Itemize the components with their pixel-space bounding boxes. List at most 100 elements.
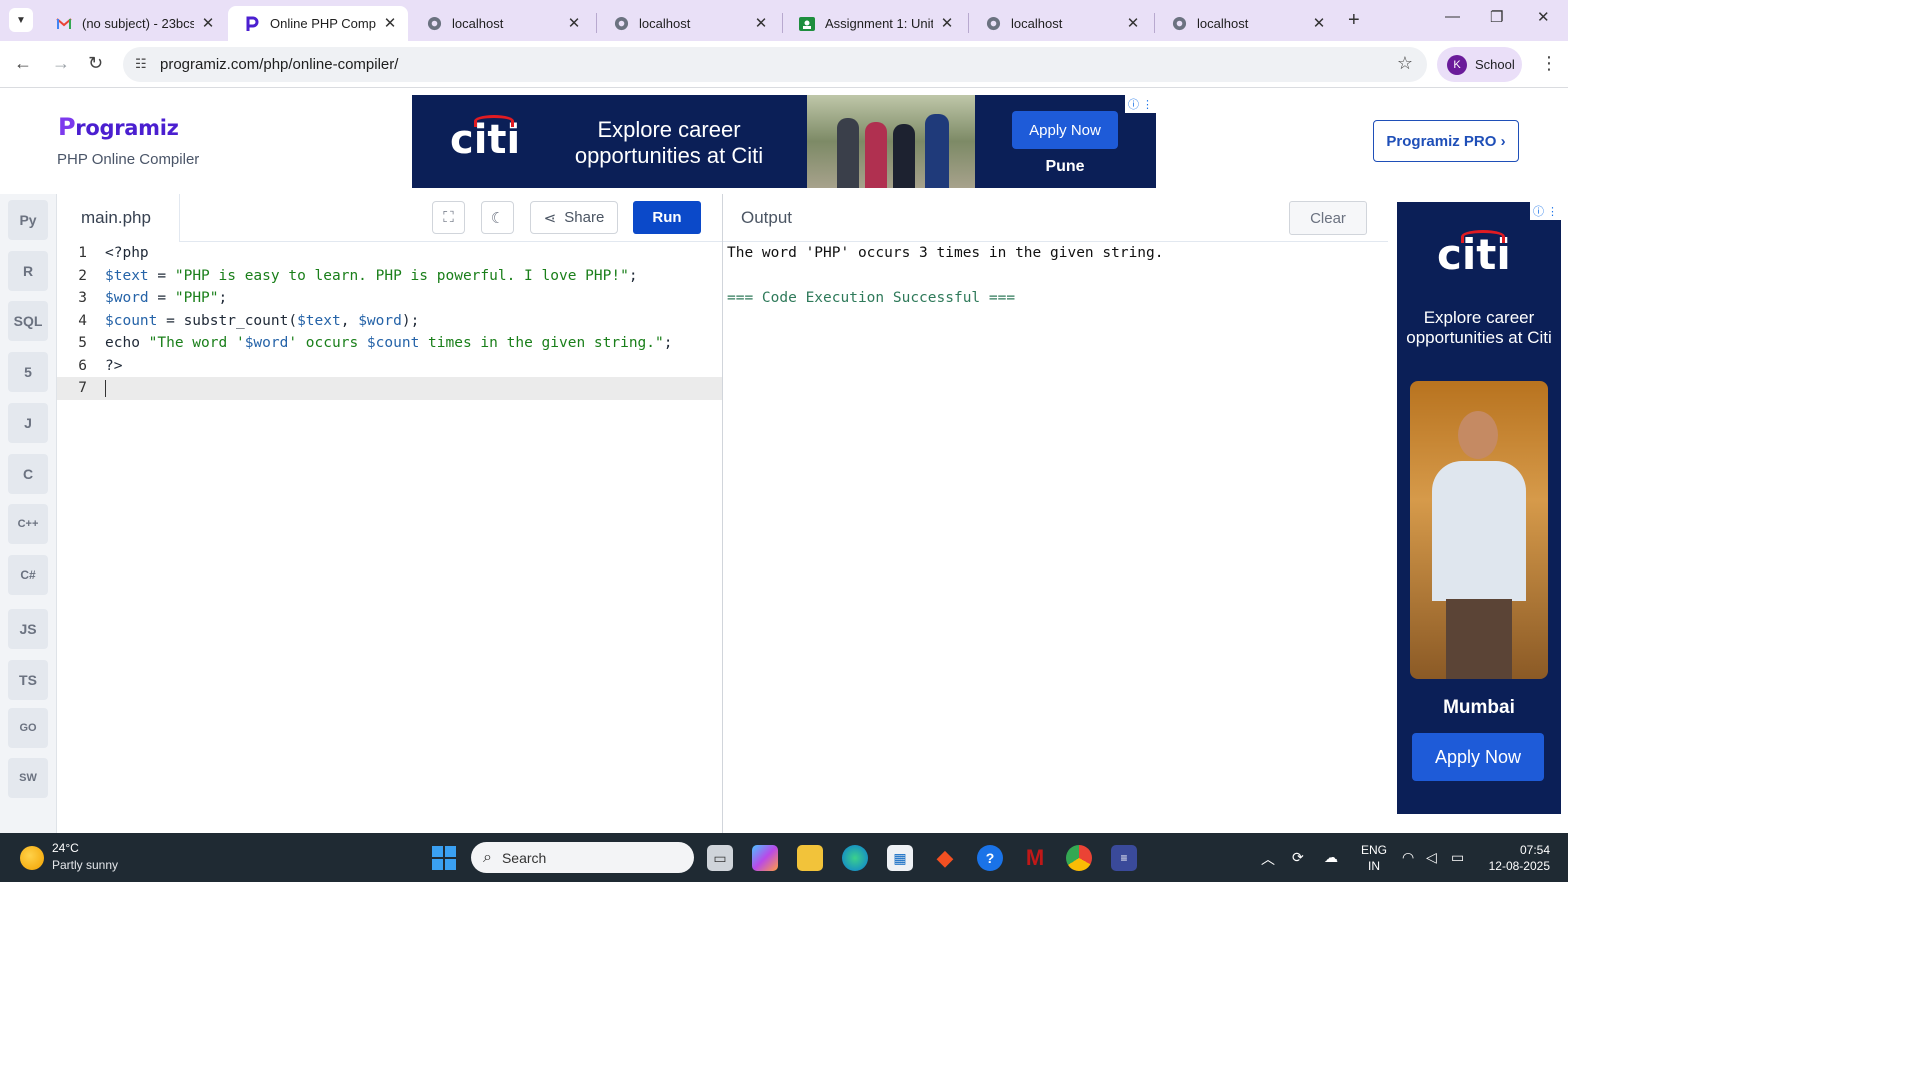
- tab-localhost-2[interactable]: localhost ✕: [597, 6, 779, 41]
- file-explorer-icon[interactable]: [797, 845, 823, 871]
- kebab-menu-icon[interactable]: ⋮: [1540, 53, 1558, 74]
- code-line: 2 $text = "PHP is easy to learn. PHP is …: [57, 265, 722, 288]
- execution-status: === Code Execution Successful ===: [727, 290, 1016, 306]
- line-number: 7: [78, 380, 87, 397]
- share-button[interactable]: ⋖ Share: [530, 201, 618, 234]
- tab-title: localhost: [452, 16, 504, 31]
- weather-sun-icon[interactable]: [20, 846, 44, 870]
- onedrive-icon[interactable]: ☁: [1324, 849, 1338, 866]
- clock-date: 12-08-2025: [1488, 859, 1550, 873]
- js-icon[interactable]: JS: [8, 609, 48, 649]
- restore-icon[interactable]: ❐: [1490, 8, 1503, 26]
- close-icon[interactable]: ✕: [382, 15, 398, 32]
- windows-start-icon[interactable]: [432, 846, 456, 870]
- eclipse-icon[interactable]: ≡: [1111, 845, 1137, 871]
- mcafee-icon[interactable]: M: [1022, 845, 1048, 871]
- text-cursor: [105, 380, 106, 397]
- code-line: 5 echo "The word '$word' occurs $count t…: [57, 332, 722, 355]
- chrome-icon[interactable]: [1066, 845, 1092, 871]
- tab-gmail[interactable]: (no subject) - 23bcs0 ✕: [40, 6, 226, 41]
- tab-localhost-1[interactable]: localhost ✕: [410, 6, 592, 41]
- battery-icon[interactable]: ▭: [1451, 849, 1464, 866]
- minimize-icon[interactable]: —: [1445, 8, 1460, 25]
- swift-icon[interactable]: SW: [8, 758, 48, 798]
- programiz-icon: [244, 16, 260, 32]
- database-icon[interactable]: SQL: [8, 301, 48, 341]
- citi-side-ad[interactable]: citi Explore career opportunities at Cit…: [1397, 202, 1561, 814]
- tab-localhost-3[interactable]: localhost ✕: [969, 6, 1151, 41]
- gmail-icon: [56, 16, 72, 32]
- close-icon[interactable]: ✕: [200, 15, 216, 32]
- reload-icon[interactable]: ↻: [88, 53, 103, 74]
- tab-online-php-compiler[interactable]: Online PHP Compile ✕: [228, 6, 408, 41]
- ts-icon[interactable]: TS: [8, 660, 48, 700]
- edge-icon[interactable]: [842, 845, 868, 871]
- address-bar[interactable]: ☷ programiz.com/php/online-compiler/ ☆: [123, 47, 1427, 82]
- input-language[interactable]: ENG IN: [1361, 842, 1387, 874]
- profile-label: School: [1475, 57, 1515, 72]
- forward-arrow-icon[interactable]: →: [52, 53, 70, 74]
- sync-icon[interactable]: ⟳: [1292, 849, 1304, 866]
- dark-mode-moon-icon[interactable]: ☾: [481, 201, 514, 234]
- citi-banner-ad[interactable]: citi Explore career opportunities at Cit…: [412, 95, 1156, 188]
- task-view-icon[interactable]: ▭: [707, 845, 733, 871]
- help-icon[interactable]: ?: [977, 845, 1003, 871]
- microsoft-store-icon[interactable]: ▦: [887, 845, 913, 871]
- python-icon[interactable]: Py: [8, 200, 48, 240]
- ad-info-icon[interactable]: ⓘ ⋮: [1124, 95, 1156, 113]
- ad-info-icon[interactable]: ⓘ ⋮: [1529, 202, 1561, 220]
- clear-button[interactable]: Clear: [1289, 201, 1367, 235]
- programiz-pro-button[interactable]: Programiz PRO ›: [1373, 120, 1519, 162]
- cpp-icon[interactable]: C++: [8, 504, 48, 544]
- logo-initial: P: [58, 113, 76, 141]
- back-arrow-icon[interactable]: ←: [14, 53, 32, 74]
- windows-taskbar: 24°C Partly sunny ⌕ Search ▭ ▦ ◆ ? M ≡ ︿…: [0, 833, 1568, 882]
- office-icon[interactable]: ◆: [932, 845, 958, 871]
- profile-button[interactable]: K School: [1437, 47, 1522, 82]
- output-title: Output: [741, 208, 793, 227]
- clock-time: 07:54: [1519, 843, 1550, 857]
- close-icon[interactable]: ✕: [566, 15, 582, 32]
- globe-icon: [1171, 16, 1187, 32]
- weather-temperature[interactable]: 24°C: [52, 841, 79, 855]
- close-icon[interactable]: ✕: [1125, 15, 1141, 32]
- code-text: echo "The word '$word' occurs $count tim…: [105, 335, 673, 352]
- banner-apply-button[interactable]: Apply Now: [1012, 111, 1118, 149]
- csharp-icon[interactable]: C#: [8, 555, 48, 595]
- go-icon[interactable]: GO: [8, 708, 48, 748]
- site-info-icon[interactable]: ☷: [135, 56, 147, 72]
- tab-search-button[interactable]: ▼: [9, 8, 33, 32]
- side-ad-apply-button[interactable]: Apply Now: [1412, 733, 1544, 781]
- tab-title: localhost: [1197, 16, 1249, 31]
- fullscreen-icon[interactable]: ⛶: [432, 201, 465, 234]
- language-sidebar: Py R SQL 5 J C C++ C# JS TS GO SW: [0, 194, 57, 833]
- volume-icon[interactable]: ◁: [1426, 849, 1437, 866]
- wifi-icon[interactable]: ◠: [1402, 849, 1414, 866]
- new-tab-button[interactable]: +: [1348, 9, 1360, 32]
- close-icon[interactable]: ✕: [1311, 15, 1327, 32]
- c-icon[interactable]: C: [8, 454, 48, 494]
- language-code: ENG: [1361, 843, 1388, 857]
- copilot-icon[interactable]: [752, 845, 778, 871]
- window-close-icon[interactable]: ✕: [1537, 8, 1550, 26]
- programiz-logo[interactable]: Programiz: [58, 113, 179, 141]
- code-text: $count = substr_count($text, $word);: [105, 312, 420, 329]
- close-icon[interactable]: ✕: [753, 15, 769, 32]
- pane-divider[interactable]: [722, 194, 723, 833]
- code-editor[interactable]: 1 <?php 2 $text = "PHP is easy to learn.…: [57, 242, 722, 833]
- r-icon[interactable]: R: [8, 251, 48, 291]
- tab-localhost-4[interactable]: localhost ✕: [1155, 6, 1337, 41]
- taskbar-search[interactable]: ⌕ Search: [471, 842, 694, 873]
- code-line: 4 $count = substr_count($text, $word);: [57, 310, 722, 333]
- file-tab-main-php[interactable]: main.php: [57, 194, 180, 242]
- html5-icon[interactable]: 5: [8, 352, 48, 392]
- weather-description[interactable]: Partly sunny: [52, 858, 118, 872]
- url-text[interactable]: programiz.com/php/online-compiler/: [160, 56, 398, 73]
- tab-assignment[interactable]: Assignment 1: Unit 1 ✕: [783, 6, 965, 41]
- java-icon[interactable]: J: [8, 403, 48, 443]
- chevron-up-icon[interactable]: ︿: [1261, 849, 1275, 869]
- run-button[interactable]: Run: [633, 201, 701, 234]
- system-clock[interactable]: 07:54 12-08-2025: [1484, 842, 1550, 874]
- bookmark-star-icon[interactable]: ☆: [1397, 53, 1413, 74]
- close-icon[interactable]: ✕: [939, 15, 955, 32]
